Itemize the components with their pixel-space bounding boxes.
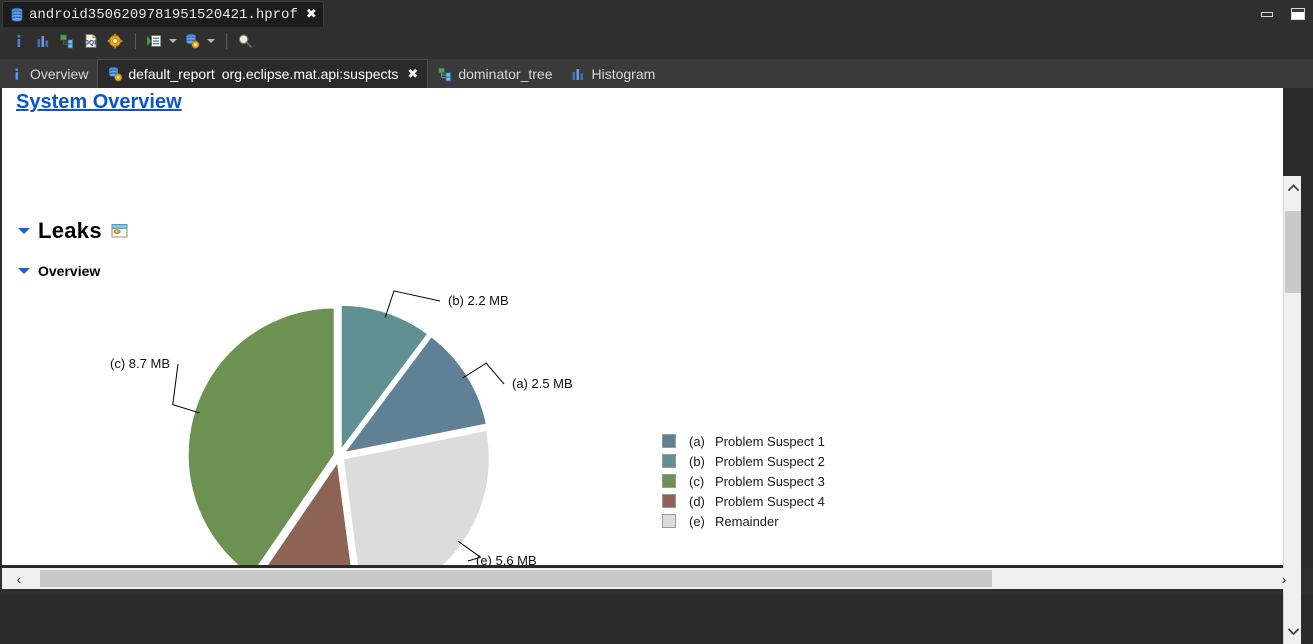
horizontal-scrollbar-thumb[interactable] (40, 570, 992, 587)
heap-dump-icon (9, 7, 25, 23)
overview-info-icon[interactable] (8, 30, 30, 52)
editor-file-tab[interactable]: android3506209781951520421.hprof ✖ (2, 1, 324, 27)
legend-item: (d) Problem Suspect 4 (662, 491, 825, 511)
toolbar-separator-2 (226, 33, 227, 49)
editor-file-tab-close-icon[interactable]: ✖ (306, 8, 317, 21)
run-expert-system-icon[interactable] (143, 30, 165, 52)
pie-data-label: (b) 2.2 MB (448, 293, 509, 308)
pie-data-label: (c) 8.7 MB (110, 356, 170, 371)
pie-data-label: (a) 2.5 MB (512, 376, 573, 391)
tab-label: dominator_tree (458, 65, 553, 82)
scroll-down-icon[interactable] (1284, 622, 1302, 640)
svg-text:OQL: OQL (84, 40, 98, 47)
section-overview-twisty-icon[interactable] (18, 268, 30, 274)
run-expert-system-dropdown-icon[interactable] (167, 30, 179, 52)
toolbar-separator (135, 33, 136, 49)
histogram-icon (570, 66, 586, 82)
minimize-button[interactable] (1259, 7, 1276, 21)
legend-swatch (662, 494, 676, 508)
oql-icon[interactable]: OQL (80, 30, 102, 52)
tab-overview[interactable]: Overview (0, 59, 97, 88)
legend-swatch (662, 454, 676, 468)
thread-overview-gear-icon[interactable] (104, 30, 126, 52)
legend-item: (b) Problem Suspect 2 (662, 451, 825, 471)
legend-key: (b) (689, 453, 705, 469)
legend-key: (c) (689, 473, 705, 489)
maximize-button[interactable] (1290, 7, 1307, 21)
pie-data-label: (e) 5.6 MB (476, 553, 537, 565)
legend-label: Remainder (715, 513, 779, 529)
editor-content-area: System Overview Leaks Overview (b) 2.2 M… (0, 88, 1313, 644)
tab-label: default_report (128, 66, 215, 82)
section-overview-title: Overview (38, 263, 101, 279)
section-leaks-twisty-icon[interactable] (18, 228, 30, 234)
legend-item: (c) Problem Suspect 3 (662, 471, 825, 491)
section-leaks-export-icon[interactable] (111, 223, 129, 239)
search-icon[interactable] (234, 30, 256, 52)
legend-key: (e) (689, 513, 705, 529)
legend-item: (a) Problem Suspect 1 (662, 431, 825, 451)
tab-dominator-tree[interactable]: dominator_tree (428, 59, 561, 88)
page-title[interactable]: System Overview (16, 91, 182, 114)
tab-histogram[interactable]: Histogram (561, 59, 664, 88)
mat-application-window: android3506209781951520421.hprof ✖ OQL O… (0, 0, 1313, 644)
report-page: System Overview Leaks Overview (b) 2.2 M… (2, 88, 1283, 565)
tab-default-report[interactable]: default_report org.eclipse.mat.api:suspec… (97, 59, 429, 88)
query-browser-icon[interactable] (181, 30, 203, 52)
section-leaks-title: Leaks (38, 218, 102, 243)
tab-label: Overview (30, 65, 89, 82)
section-overview: Overview (18, 263, 100, 279)
report-icon (107, 66, 123, 82)
main-toolbar: OQL (0, 27, 1313, 55)
scroll-left-icon[interactable]: ‹ (8, 568, 30, 589)
view-tabstrip: Overview default_report org.eclipse.mat.ap… (0, 59, 1313, 88)
scroll-up-icon[interactable] (1284, 178, 1302, 196)
window-titlebar: android3506209781951520421.hprof ✖ (0, 0, 1313, 27)
vertical-scrollbar-thumb[interactable] (1285, 211, 1301, 293)
legend-key: (d) (689, 493, 705, 509)
tab-sublabel: org.eclipse.mat.api:suspects (221, 66, 399, 82)
legend-item: (e) Remainder (662, 511, 825, 531)
legend-swatch (662, 434, 676, 448)
legend-swatch (662, 474, 676, 488)
legend-label: Problem Suspect 2 (715, 453, 825, 469)
dominator-tree-icon[interactable] (56, 30, 78, 52)
scroll-right-icon[interactable]: › (1273, 568, 1295, 589)
query-browser-dropdown-icon[interactable] (205, 30, 217, 52)
window-controls (1259, 0, 1307, 27)
legend-label: Problem Suspect 4 (715, 493, 825, 509)
tab-close-icon[interactable]: ✖ (407, 67, 418, 82)
horizontal-scrollbar[interactable]: ‹ › (2, 568, 1301, 589)
legend-key: (a) (689, 433, 705, 449)
histogram-icon[interactable] (32, 30, 54, 52)
info-icon (9, 66, 25, 82)
editor-file-tab-label: android3506209781951520421.hprof (29, 6, 298, 23)
legend-swatch (662, 514, 676, 528)
dominator-tree-icon (437, 66, 453, 82)
tab-label: Histogram (591, 65, 656, 82)
section-leaks: Leaks (18, 218, 129, 244)
pie-chart: (b) 2.2 MB(a) 2.5 MB(e) 5.6 MB(d) 2.5 MB… (2, 288, 1002, 565)
legend-label: Problem Suspect 3 (715, 473, 825, 489)
chart-legend: (a) Problem Suspect 1 (b) Problem Suspect 2… (662, 431, 825, 531)
legend-label: Problem Suspect 1 (715, 433, 825, 449)
